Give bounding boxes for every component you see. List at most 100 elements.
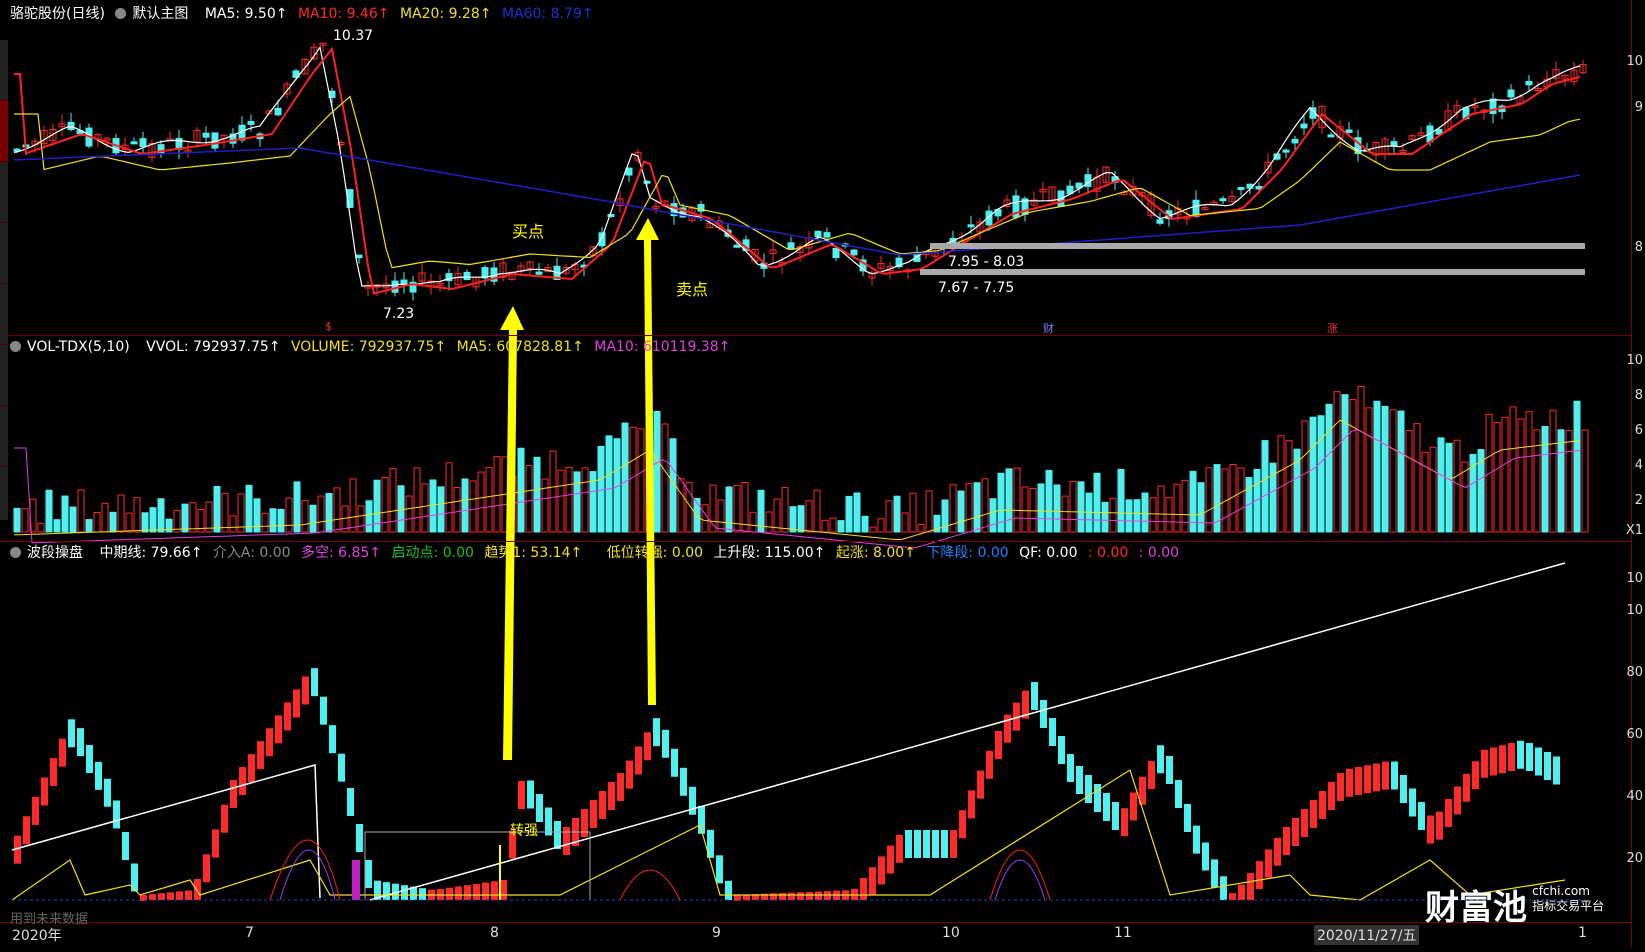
volume-bar: [677, 478, 685, 533]
pane-divider[interactable]: [0, 541, 1632, 542]
volume-bar: [413, 467, 421, 533]
indicator-block: [878, 856, 885, 885]
indicator-block: [860, 878, 867, 900]
volume-bar: [973, 482, 981, 533]
xiajiang-value: 下降段: 0.00: [926, 545, 1009, 561]
volume-bar: [45, 489, 53, 533]
volume-bar: [1453, 439, 1461, 533]
candle-body: [1327, 134, 1335, 138]
volume-bar: [1389, 409, 1397, 533]
volume-settings-icon[interactable]: [10, 341, 21, 352]
volume-bar: [277, 508, 285, 533]
settings-circle-icon[interactable]: [115, 8, 127, 19]
volume-header: VOL-TDX(5,10) VVOL: 792937.75↑ VOLUME: 7…: [10, 337, 736, 357]
volume-bar: [1437, 437, 1445, 533]
indicator-block: [95, 761, 102, 790]
x-label: 10: [942, 925, 960, 941]
indicator-block: [473, 883, 480, 900]
volume-value: VOLUME: 792937.75↑: [290, 339, 447, 355]
candle-body: [247, 121, 255, 125]
indicator-block: [302, 676, 309, 705]
indicator-block: [365, 860, 372, 888]
future-data-note: 用到未来数据: [10, 912, 89, 927]
volume-bar: [1277, 435, 1285, 533]
qf-value: QF: 0.00: [1019, 545, 1078, 561]
chart-label: 默认主图: [132, 6, 189, 22]
y-ind-label: 20: [1626, 851, 1643, 866]
indicator-block: [176, 891, 183, 900]
volume-bar: [1517, 418, 1525, 533]
volume-bar: [1405, 430, 1413, 533]
chart-stage[interactable]: 骆驼股份(日线) 默认主图 MA5: 9.50↑ MA10: 9.46↑ MA2…: [0, 0, 1645, 948]
indicator-settings-icon[interactable]: [10, 547, 21, 558]
indicator-block: [770, 893, 777, 900]
volume-bar: [1317, 415, 1325, 533]
volume-bar: [325, 492, 333, 533]
candle-body: [463, 271, 471, 281]
candle-body: [787, 242, 795, 250]
indicator-block: [995, 731, 1002, 759]
indicator-block: [554, 821, 561, 849]
indicator-block: [518, 781, 525, 809]
indicator-block: [941, 830, 948, 858]
indicator-block: [1463, 773, 1470, 802]
pane-divider[interactable]: [0, 335, 1632, 336]
stock-title[interactable]: 骆驼股份(日线): [10, 6, 105, 22]
volume-bar: [821, 519, 829, 533]
high-price-label: 10.37: [333, 28, 374, 44]
qizhang-value: 起涨: 8.00↑: [835, 545, 916, 561]
volume-bar: [1373, 400, 1381, 533]
volume-bar: [229, 515, 237, 533]
indicator-header: 波段操盘 中期线: 79.66↑ 介入A: 0.00 多空: 6.85↑ 启动点…: [10, 543, 1185, 563]
indicator-block: [266, 728, 273, 757]
volume-bar: [85, 519, 93, 533]
volume-bar: [1285, 440, 1293, 533]
volume-bar: [405, 495, 413, 533]
volume-bar: [597, 445, 605, 533]
right-axis-strip[interactable]: [1631, 0, 1645, 948]
indicator-block: [1553, 756, 1560, 785]
volume-bar: [285, 497, 293, 533]
volume-bar: [189, 502, 197, 533]
volume-bar: [1357, 385, 1365, 533]
candle-body: [139, 138, 147, 148]
indicator-block: [194, 879, 201, 900]
indicator-block: [653, 718, 660, 747]
volume-bar: [1165, 497, 1173, 533]
indicator-block: [1112, 802, 1119, 830]
indicator-block: [113, 800, 120, 829]
volume-bar: [269, 508, 277, 533]
candle-body: [1525, 80, 1533, 86]
indicator-block: [356, 824, 363, 852]
bump-red: [989, 849, 1051, 901]
indicator-block: [1229, 893, 1236, 900]
indicator-block: [329, 725, 336, 754]
volume-bar: [1501, 416, 1509, 533]
x-label: 7: [245, 925, 254, 941]
indicator-block: [203, 854, 210, 883]
x-cursor-date: 2020/11/27/五: [1314, 925, 1420, 945]
volume-bar: [965, 483, 973, 533]
chart-canvas[interactable]: [0, 0, 1645, 948]
volume-bar: [1429, 446, 1437, 533]
vvol-value: VVOL: 792937.75↑: [146, 339, 281, 355]
indicator-block: [149, 894, 156, 901]
x-label: 2020年: [12, 928, 62, 944]
y-ind-label: 10: [1626, 571, 1643, 586]
volume-bar: [437, 486, 445, 533]
indicator-block: [338, 753, 345, 782]
candle-body: [130, 141, 138, 145]
left-tab-strip[interactable]: [0, 40, 8, 520]
indicator-block: [1193, 825, 1200, 854]
volume-bar: [541, 478, 549, 533]
indicator-block: [671, 748, 678, 777]
indicator-block: [1382, 761, 1389, 790]
candle-body: [1507, 89, 1515, 98]
y-price-label: 9: [1634, 100, 1643, 115]
indicator-block: [797, 892, 804, 900]
indicator-block: [311, 668, 318, 697]
candle-body: [67, 121, 75, 130]
volume-bar: [357, 505, 365, 533]
volume-bar: [261, 512, 269, 533]
indicator-block: [212, 829, 219, 858]
